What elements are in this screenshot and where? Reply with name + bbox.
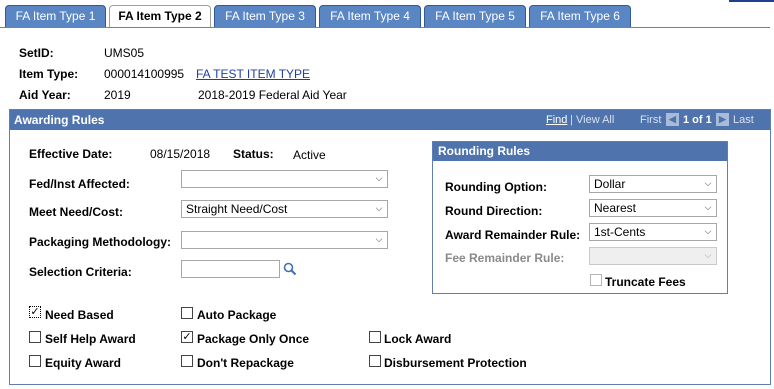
item-type-label: Item Type: [19, 67, 79, 81]
setid-label: SetID: [19, 46, 54, 60]
tab-fa-item-type-6[interactable]: FA Item Type 6 [529, 5, 631, 27]
chevron-down-icon: ⌵ [704, 226, 712, 236]
chevron-down-icon: ⌵ [704, 202, 712, 212]
chevron-down-icon: ⌵ [375, 173, 383, 183]
chevron-down-icon: ⌵ [375, 234, 383, 244]
fee-remainder-label: Fee Remainder Rule: [445, 251, 565, 265]
search-icon[interactable] [283, 262, 297, 276]
auto-package-label: Auto Package [197, 308, 277, 322]
find-link[interactable]: Find [546, 110, 567, 130]
first-link[interactable]: First [640, 110, 661, 130]
previous-arrow-icon[interactable]: ◀ [666, 113, 679, 126]
dont-repackage-checkbox[interactable] [181, 355, 193, 367]
meet-need-value: Straight Need/Cost [186, 202, 288, 216]
rounding-option-label: Rounding Option: [445, 180, 547, 194]
packaging-methodology-label: Packaging Methodology: [29, 235, 172, 249]
auto-package-checkbox[interactable] [181, 307, 193, 319]
tab-fa-item-type-2[interactable]: FA Item Type 2 [109, 5, 211, 28]
disbursement-protection-checkbox[interactable] [369, 355, 381, 367]
award-remainder-value: 1st-Cents [594, 225, 646, 239]
tab-fa-item-type-3[interactable]: FA Item Type 3 [214, 5, 316, 27]
lock-award-label: Lock Award [384, 332, 452, 346]
aid-year-label: Aid Year: [19, 88, 71, 102]
round-direction-select[interactable]: Nearest ⌵ [589, 199, 717, 217]
tab-underline [0, 27, 770, 28]
chevron-down-icon: ⌵ [704, 178, 712, 188]
equity-award-label: Equity Award [45, 356, 122, 370]
selection-criteria-label: Selection Criteria: [29, 265, 132, 279]
disbursement-protection-label: Disbursement Protection [384, 356, 527, 370]
rounding-option-select[interactable]: Dollar ⌵ [589, 175, 717, 193]
self-help-award-label: Self Help Award [45, 332, 136, 346]
chevron-down-icon: ⌵ [704, 250, 712, 260]
aid-year-description: 2018-2019 Federal Aid Year [198, 88, 347, 102]
last-link[interactable]: Last [733, 110, 754, 130]
awarding-rules-header: Awarding Rules Find | View All First ◀ 1… [10, 110, 770, 130]
round-direction-value: Nearest [594, 201, 637, 215]
award-remainder-select[interactable]: 1st-Cents ⌵ [589, 223, 717, 241]
nav-separator: | [570, 114, 573, 126]
fee-remainder-select: ⌵ [589, 247, 717, 265]
tab-fa-item-type-1[interactable]: FA Item Type 1 [5, 5, 106, 27]
selection-criteria-input[interactable] [181, 260, 280, 278]
aid-year-value: 2019 [104, 88, 131, 102]
rounding-rules-header: Rounding Rules [433, 142, 727, 161]
package-only-once-label: Package Only Once [197, 332, 310, 346]
fed-inst-select[interactable]: ⌵ [181, 170, 388, 188]
truncate-fees-checkbox [590, 274, 602, 286]
need-based-checkbox[interactable]: ✓ [29, 306, 41, 318]
tab-fa-item-type-5[interactable]: FA Item Type 5 [424, 5, 526, 27]
status-value: Active [293, 148, 326, 162]
view-all-link[interactable]: View All [576, 110, 614, 130]
status-label: Status: [233, 147, 274, 161]
top-right-border [729, 0, 774, 2]
need-based-label: Need Based [45, 308, 114, 322]
packaging-methodology-select[interactable]: ⌵ [181, 231, 388, 249]
fed-inst-label: Fed/Inst Affected: [29, 177, 130, 191]
equity-award-checkbox[interactable] [29, 355, 41, 367]
award-remainder-label: Award Remainder Rule: [445, 228, 581, 242]
effective-date-value: 08/15/2018 [150, 147, 211, 161]
row-count: 1 of 1 [683, 114, 712, 126]
next-arrow-icon[interactable]: ▶ [716, 113, 729, 126]
effective-date-label: Effective Date: [29, 147, 113, 161]
item-type-link[interactable]: FA TEST ITEM TYPE [196, 67, 310, 81]
truncate-fees-label: Truncate Fees [605, 275, 686, 289]
tab-fa-item-type-4[interactable]: FA Item Type 4 [319, 5, 421, 27]
meet-need-label: Meet Need/Cost: [29, 205, 124, 219]
chevron-down-icon: ⌵ [375, 203, 383, 213]
item-type-value: 000014100995 [104, 67, 185, 81]
awarding-rules-title: Awarding Rules [14, 113, 105, 127]
round-direction-label: Round Direction: [445, 204, 543, 218]
meet-need-select[interactable]: Straight Need/Cost ⌵ [181, 200, 388, 218]
lock-award-checkbox[interactable] [369, 331, 381, 343]
rounding-option-value: Dollar [594, 177, 626, 191]
self-help-award-checkbox[interactable] [29, 331, 41, 343]
package-only-once-checkbox[interactable]: ✓ [181, 331, 193, 343]
dont-repackage-label: Don't Repackage [197, 356, 294, 370]
setid-value: UMS05 [104, 46, 145, 60]
